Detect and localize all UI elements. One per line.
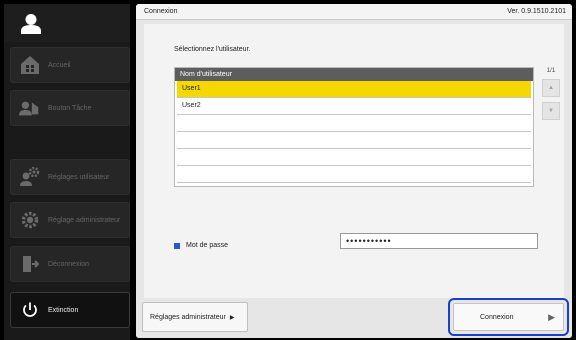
- admin-settings-button-label: Réglages administrateur: [150, 313, 226, 321]
- sidebar-item-label: Réglage administrateur: [48, 216, 121, 224]
- caret-right-icon: ▶: [229, 314, 235, 321]
- sidebar-item-admin-settings[interactable]: Réglage administrateur: [10, 202, 130, 238]
- page-indicator: 1/1: [546, 68, 556, 74]
- user-settings-icon: [19, 166, 41, 188]
- table-row[interactable]: User1: [177, 81, 531, 98]
- title-bar: Connexion Ver. 0.9.1510.2101: [136, 4, 572, 20]
- connect-button[interactable]: Connexion ▶: [453, 303, 564, 331]
- admin-settings-button[interactable]: Réglages administrateur ▶: [142, 302, 248, 332]
- sidebar-item-label: Bouton Tâche: [48, 104, 92, 112]
- sidebar-item-task-button[interactable]: Bouton Tâche: [10, 90, 130, 126]
- required-marker-icon: [174, 242, 180, 249]
- sidebar: Accueil Bouton Tâche Réglages utilisateu…: [4, 4, 130, 340]
- table-row[interactable]: [177, 132, 531, 149]
- pager: 1/1 ▲ ▼: [540, 68, 562, 120]
- sidebar-item-logout[interactable]: Déconnexion: [10, 246, 130, 282]
- instruction-text: Sélectionnez l'utilisateur.: [174, 46, 251, 53]
- user-table: Nom d'utilisateur User1 User2: [174, 67, 534, 187]
- version-label: Ver. 0.9.1510.2101: [507, 8, 566, 15]
- sidebar-item-home[interactable]: Accueil: [10, 47, 130, 83]
- connect-highlight: Connexion ▶: [448, 298, 569, 336]
- current-user-header: [4, 4, 130, 42]
- sidebar-item-label: Extinction: [48, 306, 79, 314]
- table-row[interactable]: [177, 115, 531, 132]
- triangle-down-icon: ▼: [548, 108, 554, 114]
- connect-button-label: Connexion: [480, 313, 514, 321]
- page-down-button[interactable]: ▼: [542, 102, 560, 120]
- login-content: Sélectionnez l'utilisateur. Nom d'utilis…: [144, 24, 564, 300]
- user-icon: [19, 13, 43, 35]
- home-icon: [19, 54, 41, 76]
- password-input[interactable]: •••••••••••: [340, 233, 538, 249]
- play-arrow-icon: ▶: [548, 311, 555, 322]
- bottom-bar: Réglages administrateur ▶ Connexion ▶: [136, 298, 572, 338]
- password-label: Mot de passe: [174, 242, 228, 249]
- page-title: Connexion: [144, 8, 178, 15]
- user-table-header: Nom d'utilisateur: [175, 68, 533, 81]
- sidebar-item-label: Accueil: [48, 61, 71, 69]
- main-panel: Connexion Ver. 0.9.1510.2101 Sélectionne…: [136, 4, 572, 338]
- sidebar-item-user-settings[interactable]: Réglages utilisateur: [10, 159, 130, 195]
- table-row[interactable]: [177, 149, 531, 166]
- sidebar-item-label: Déconnexion: [48, 260, 89, 268]
- logout-icon: [19, 253, 41, 275]
- task-users-icon: [19, 97, 41, 119]
- table-row[interactable]: User2: [177, 98, 531, 115]
- triangle-up-icon: ▲: [548, 85, 554, 91]
- password-label-text: Mot de passe: [186, 242, 229, 249]
- sidebar-item-label: Réglages utilisateur: [48, 173, 110, 181]
- sidebar-item-shutdown[interactable]: Extinction: [10, 292, 130, 328]
- page-up-button[interactable]: ▲: [542, 79, 560, 97]
- admin-settings-icon: [19, 209, 41, 231]
- table-row[interactable]: [177, 166, 531, 183]
- power-icon: [19, 299, 41, 321]
